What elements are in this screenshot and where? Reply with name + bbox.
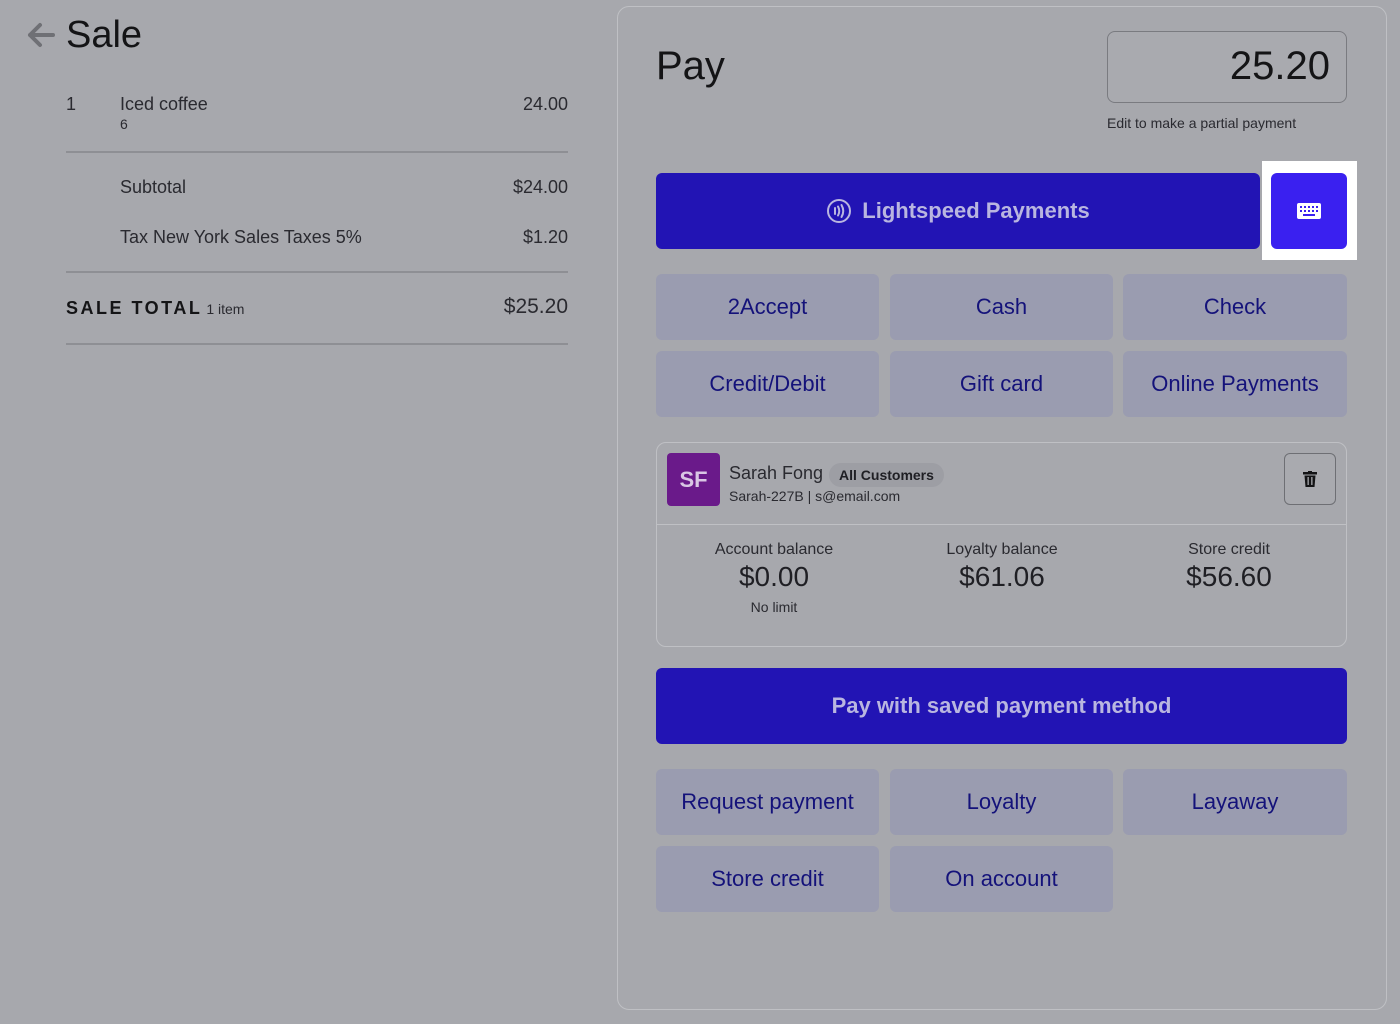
divider	[66, 271, 568, 273]
sale-total-text: SALE TOTAL	[66, 298, 203, 318]
subtotal-value: $24.00	[512, 177, 568, 197]
loyalty-balance-value: $61.06	[959, 561, 1045, 592]
tax-label: Tax New York Sales Taxes 5%	[120, 227, 362, 247]
tax-value: $1.20	[522, 227, 568, 247]
subtotal-row: Subtotal $24.00	[120, 177, 568, 198]
customer-header: SF Sarah Fong All Customers Sarah-227B |…	[657, 443, 1346, 525]
store-credit-button[interactable]: Store credit	[656, 846, 879, 912]
store-credit-label: Store credit	[1188, 541, 1270, 558]
method-check-button[interactable]: Check	[1123, 274, 1347, 340]
method-gift-card-button[interactable]: Gift card	[890, 351, 1113, 417]
method-credit-debit-button[interactable]: Credit/Debit	[656, 351, 879, 417]
pay-saved-method-label: Pay with saved payment method	[831, 693, 1172, 718]
line-item[interactable]: 1 Iced coffee 6 24.00	[66, 94, 568, 134]
lightspeed-payments-button[interactable]: Lightspeed Payments	[656, 173, 1260, 249]
account-balance-label: Account balance	[714, 541, 834, 558]
line-item-price: 24.00	[522, 94, 568, 114]
subtotal-label: Subtotal	[120, 177, 187, 197]
request-payment-button[interactable]: Request payment	[656, 769, 879, 835]
line-item-qty: 1	[66, 94, 77, 114]
method-cash-button[interactable]: Cash	[890, 274, 1113, 340]
sale-title: Sale	[66, 14, 143, 56]
loyalty-balance-label: Loyalty balance	[946, 541, 1058, 558]
line-item-note: 6	[120, 116, 128, 132]
lightspeed-payments-label: Lightspeed Payments	[862, 198, 1090, 223]
account-balance: Account balance $0.00 No limit	[659, 541, 889, 615]
contactless-icon	[827, 199, 852, 223]
keyboard-button[interactable]	[1271, 173, 1347, 249]
customer-name: Sarah Fong	[729, 463, 824, 483]
line-item-name: Iced coffee	[120, 94, 208, 114]
trash-icon	[1303, 471, 1317, 487]
tax-row: Tax New York Sales Taxes 5% $1.20	[120, 227, 568, 248]
method-2accept-button[interactable]: 2Accept	[656, 274, 879, 340]
back-arrow-icon[interactable]	[26, 20, 56, 50]
customer-group-badge: All Customers	[829, 463, 944, 487]
payment-amount-input[interactable]: 25.20	[1107, 31, 1347, 103]
customer-avatar: SF	[667, 453, 720, 506]
loyalty-balance: Loyalty balance $61.06	[887, 541, 1117, 593]
layaway-button[interactable]: Layaway	[1123, 769, 1347, 835]
divider	[66, 151, 568, 153]
remove-customer-button[interactable]	[1284, 453, 1336, 505]
customer-details: Sarah-227B | s@email.com	[729, 488, 901, 504]
on-account-button[interactable]: On account	[890, 846, 1113, 912]
account-balance-value: $0.00	[738, 561, 810, 592]
sale-panel: Sale 1 Iced coffee 6 24.00 Subtotal $24.…	[0, 0, 600, 1024]
sale-total-value: $25.20	[503, 295, 568, 318]
store-credit-value: $56.60	[1186, 561, 1272, 592]
amount-hint: Edit to make a partial payment	[1107, 115, 1297, 131]
sale-item-count: 1 item	[206, 301, 245, 317]
keyboard-icon	[1297, 203, 1321, 219]
divider	[66, 343, 568, 345]
store-credit-balance: Store credit $56.60	[1114, 541, 1344, 593]
method-online-payments-button[interactable]: Online Payments	[1123, 351, 1347, 417]
pay-saved-method-button[interactable]: Pay with saved payment method	[656, 668, 1347, 744]
sale-total-label: SALE TOTAL 1 item	[66, 298, 244, 319]
account-balance-note: No limit	[750, 599, 798, 615]
pay-title: Pay	[656, 44, 725, 88]
customer-card: SF Sarah Fong All Customers Sarah-227B |…	[656, 442, 1347, 647]
loyalty-button[interactable]: Loyalty	[890, 769, 1113, 835]
